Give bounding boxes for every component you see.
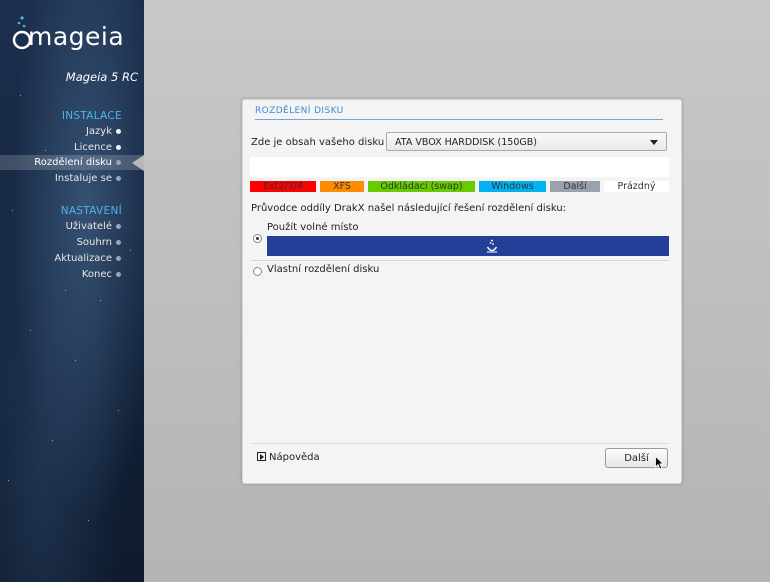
use-free-space-label[interactable]: Použít volné místo xyxy=(267,222,359,233)
disk-select[interactable]: ATA VBOX HARDDISK (150GB) xyxy=(386,132,667,151)
legend-empty: Prázdný xyxy=(604,181,669,192)
help-label: Nápověda xyxy=(269,452,320,463)
step-updates: Aktualizace xyxy=(0,251,144,266)
legend-ext: Ext2/3/4 xyxy=(250,181,316,192)
custom-partitioning-label[interactable]: Vlastní rozdělení disku xyxy=(267,264,379,275)
step-finish: Konec xyxy=(0,267,144,282)
footer-divider xyxy=(251,443,669,444)
section-title-install: INSTALACE xyxy=(61,110,122,122)
custom-partitioning-radio[interactable] xyxy=(253,267,262,276)
option-divider xyxy=(251,260,669,261)
chevron-down-icon xyxy=(650,140,658,145)
step-installing: Instaluje se xyxy=(0,171,144,186)
step-label: Aktualizace xyxy=(54,253,112,264)
step-label: Souhrn xyxy=(76,237,112,248)
legend-xfs: XFS xyxy=(320,181,364,192)
step-pending-dot-icon xyxy=(116,176,121,181)
partitioning-hint: Průvodce oddíly DrakX našel následující … xyxy=(251,203,567,214)
step-language: Jazyk xyxy=(0,124,144,139)
use-free-space-radio[interactable] xyxy=(253,234,262,243)
step-label: Uživatelé xyxy=(65,221,112,232)
sidebar: mageia Mageia 5 RC INSTALACE Jazyk Licen… xyxy=(0,0,144,582)
legend-windows: Windows xyxy=(479,181,546,192)
expander-arrow-icon xyxy=(257,452,266,461)
step-done-dot-icon xyxy=(116,145,121,150)
logo-text: mageia xyxy=(28,22,125,51)
step-pending-dot-icon xyxy=(116,240,121,245)
version-label: Mageia 5 RC xyxy=(65,70,138,84)
step-label: Konec xyxy=(81,269,112,280)
partition-legend: Ext2/3/4 XFS Odkládací (swap) Windows Da… xyxy=(250,181,669,192)
step-done-dot-icon xyxy=(116,129,121,134)
step-license: Licence xyxy=(0,140,144,155)
mageia-small-icon xyxy=(486,239,498,253)
partition-bar[interactable] xyxy=(250,157,669,177)
step-label: Jazyk xyxy=(85,126,112,137)
partitioning-dialog: ROZDĚLENÍ DISKU Zde je obsah vašeho disk… xyxy=(242,99,682,484)
help-expander[interactable]: Nápověda xyxy=(257,452,320,464)
legend-swap: Odkládací (swap) xyxy=(368,181,475,192)
step-summary: Souhrn xyxy=(0,235,144,250)
step-pending-dot-icon xyxy=(116,272,121,277)
mouse-cursor-icon xyxy=(655,456,665,470)
title-divider xyxy=(255,119,663,120)
step-partitioning: Rozdělení disku xyxy=(0,155,144,171)
section-title-settings: NASTAVENÍ xyxy=(60,205,122,217)
legend-other: Další xyxy=(550,181,600,192)
current-step-arrow-icon xyxy=(132,155,144,171)
step-pending-dot-icon xyxy=(116,224,121,229)
step-users: Uživatelé xyxy=(0,219,144,234)
step-current-dot-icon xyxy=(116,160,121,165)
step-pending-dot-icon xyxy=(116,256,121,261)
step-label: Licence xyxy=(74,142,112,153)
disk-label: Zde je obsah vašeho disku xyxy=(251,137,385,148)
step-label: Rozdělení disku xyxy=(34,157,112,168)
step-label: Instaluje se xyxy=(54,173,112,184)
free-space-partition-bar[interactable] xyxy=(267,236,669,256)
disk-select-value: ATA VBOX HARDDISK (150GB) xyxy=(395,137,537,148)
dialog-title: ROZDĚLENÍ DISKU xyxy=(255,106,344,116)
